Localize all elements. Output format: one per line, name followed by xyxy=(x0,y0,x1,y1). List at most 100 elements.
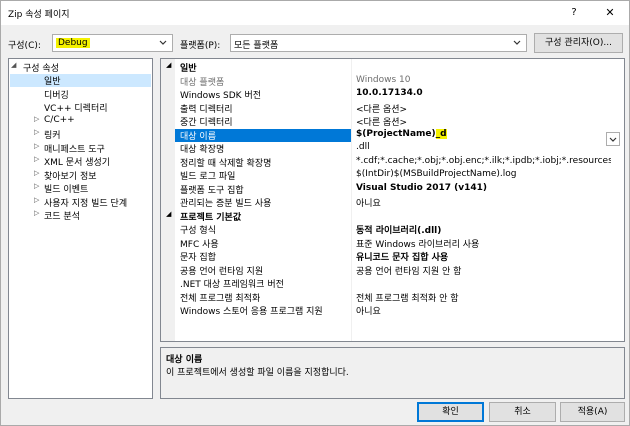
category-row[interactable]: ◢ 프로젝트 기본값 xyxy=(161,210,624,223)
tree-item-label: XML 문서 생성기 xyxy=(44,158,111,168)
property-row[interactable]: 대상 이름 $(ProjectName)_d xyxy=(161,128,624,142)
tree-item-label: 코드 분석 xyxy=(44,212,80,222)
tree-item[interactable]: ▷ 링커 xyxy=(10,128,151,141)
property-row[interactable]: 관리되는 증분 빌드 사용 아니요 xyxy=(161,196,624,209)
property-row[interactable]: 전체 프로그램 최적화 전체 프로그램 최적화 안 함 xyxy=(161,291,624,304)
property-name: 대상 플랫폼 xyxy=(180,77,225,88)
property-name: 플랫폼 도구 집합 xyxy=(180,185,244,196)
property-value[interactable]: $(ProjectName)_d xyxy=(353,128,611,142)
collapse-triangle-icon[interactable]: ◢ xyxy=(166,61,171,69)
collapse-triangle-icon[interactable]: ◢ xyxy=(166,210,171,218)
help-button[interactable]: ? xyxy=(557,1,591,25)
property-row[interactable]: 대상 플랫폼 Windows 10 xyxy=(161,75,624,88)
config-value: Debug xyxy=(56,38,90,48)
platform-combo[interactable]: 모든 플랫폼 xyxy=(230,34,527,52)
property-name: 구성 형식 xyxy=(180,226,216,236)
property-name: 문자 집합 xyxy=(180,253,216,263)
property-row[interactable]: 정리할 때 삭제할 확장명 *.cdf;*.cache;*.obj;*.obj.e… xyxy=(161,156,624,169)
property-row[interactable]: 출력 디렉터리 <다른 옵션> xyxy=(161,102,624,115)
tree-item-label: 사용자 지정 빌드 단계 xyxy=(44,198,128,209)
tree-item-label: 일반 xyxy=(44,77,61,87)
tree-item[interactable]: ▷ C/C++ xyxy=(10,115,151,128)
property-row[interactable]: .NET 대상 프레임워크 버전 xyxy=(161,277,624,290)
property-row[interactable]: 플랫폼 도구 집합 Visual Studio 2017 (v141) xyxy=(161,183,624,196)
property-value[interactable]: $(IntDir)$(MSBuildProjectName).log xyxy=(353,169,611,182)
description-text: 이 프로젝트에서 생성할 파일 이름을 지정합니다. xyxy=(166,368,349,378)
cancel-button[interactable]: 취소 xyxy=(489,402,556,422)
property-value[interactable]: 유니코드 문자 집합 사용 xyxy=(353,250,611,263)
platform-label: 플랫폼(P): xyxy=(180,41,221,51)
expand-triangle-icon[interactable]: ▷ xyxy=(34,196,44,204)
property-value[interactable] xyxy=(353,277,611,290)
property-name: 빌드 로그 파일 xyxy=(180,172,236,182)
expand-triangle-icon[interactable]: ▷ xyxy=(34,155,44,163)
chevron-down-icon xyxy=(512,37,522,49)
chevron-down-icon xyxy=(609,137,617,142)
tree-item-label: C/C++ xyxy=(44,114,75,125)
expand-triangle-icon[interactable]: ▷ xyxy=(34,115,44,123)
category-row[interactable]: ◢ 일반 xyxy=(161,61,624,74)
property-value[interactable]: 아니요 xyxy=(353,196,611,209)
property-row[interactable]: MFC 사용 표준 Windows 라이브러리 사용 xyxy=(161,237,624,250)
tree-root[interactable]: ◢ 구성 속성 xyxy=(11,61,151,74)
property-value[interactable]: 아니요 xyxy=(353,304,611,317)
property-row[interactable]: 문자 집합 유니코드 문자 집합 사용 xyxy=(161,250,624,263)
property-grid: ◢ 일반대상 플랫폼 Windows 10 Windows SDK 버전 10.0.17… xyxy=(160,58,625,342)
category-title: 일반 xyxy=(180,64,197,74)
tree-item[interactable]: ▷ 찾아보기 정보 xyxy=(10,169,151,182)
apply-button[interactable]: 적용(A) xyxy=(560,402,625,422)
property-row[interactable]: 빌드 로그 파일 $(IntDir)$(MSBuildProjectName).l… xyxy=(161,169,624,182)
tree-item[interactable]: ▷ 매니페스트 도구 xyxy=(10,142,151,155)
property-value[interactable]: <다른 옵션> xyxy=(353,115,611,128)
tree-item[interactable]: ▷ XML 문서 생성기 xyxy=(10,155,151,168)
expand-triangle-icon[interactable]: ▷ xyxy=(34,209,44,217)
property-name: 대상 확장명 xyxy=(180,145,225,155)
property-value[interactable]: .dll xyxy=(353,142,611,155)
property-value[interactable]: 표준 Windows 라이브러리 사용 xyxy=(353,237,611,250)
expand-triangle-icon[interactable]: ▷ xyxy=(34,182,44,190)
tree-item[interactable]: 디버깅 xyxy=(10,88,151,101)
property-value[interactable]: Windows 10 xyxy=(353,75,611,88)
expand-triangle-icon[interactable]: ▷ xyxy=(34,169,44,177)
property-value[interactable]: 전체 프로그램 최적화 안 함 xyxy=(353,291,611,304)
property-name: 공용 언어 런타임 지원 xyxy=(180,266,264,277)
tree-item[interactable]: 일반 xyxy=(10,74,151,87)
value-highlight: _d xyxy=(435,128,447,139)
property-row[interactable]: 대상 확장명 .dll xyxy=(161,142,624,155)
value-dropdown-button[interactable] xyxy=(606,132,620,146)
tree-item[interactable]: ▷ 코드 분석 xyxy=(10,209,151,222)
tree-item-label: 디버깅 xyxy=(44,90,69,101)
property-row[interactable]: 구성 형식 동적 라이브러리(.dll) xyxy=(161,223,624,236)
close-button[interactable]: ✕ xyxy=(593,1,627,25)
tree-item[interactable]: VC++ 디렉터리 xyxy=(10,101,151,114)
tree-item[interactable]: ▷ 사용자 지정 빌드 단계 xyxy=(10,196,151,209)
tree-item-label: 찾아보기 정보 xyxy=(44,171,97,182)
property-row[interactable]: Windows 스토어 응용 프로그램 지원 아니요 xyxy=(161,304,624,317)
property-name: 대상 이름 xyxy=(175,128,351,142)
property-name: 관리되는 증분 빌드 사용 xyxy=(180,199,272,209)
property-value[interactable]: <다른 옵션> xyxy=(353,102,611,115)
property-value[interactable]: 공용 언어 런타임 지원 안 함 xyxy=(353,264,611,277)
property-name: 정리할 때 삭제할 확장명 xyxy=(180,158,272,169)
property-name: 중간 디렉터리 xyxy=(180,118,233,128)
config-combo[interactable]: Debug xyxy=(52,34,173,52)
chevron-down-icon xyxy=(158,37,168,49)
expand-triangle-icon[interactable]: ▷ xyxy=(34,142,44,150)
property-value[interactable]: 10.0.17134.0 xyxy=(353,88,611,101)
tree-item[interactable]: ▷ 빌드 이벤트 xyxy=(10,182,151,195)
config-manager-button[interactable]: 구성 관리자(O)... xyxy=(534,33,623,53)
description-panel: 대상 이름 이 프로젝트에서 생성할 파일 이름을 지정합니다. xyxy=(160,347,625,399)
config-label: 구성(C): xyxy=(8,41,41,51)
property-name: .NET 대상 프레임워크 버전 xyxy=(180,280,284,290)
property-value[interactable]: 동적 라이브러리(.dll) xyxy=(353,223,611,236)
ok-button[interactable]: 확인 xyxy=(417,402,484,422)
property-value[interactable]: Visual Studio 2017 (v141) xyxy=(353,183,611,196)
property-row[interactable]: 중간 디렉터리 <다른 옵션> xyxy=(161,115,624,128)
property-name: Windows 스토어 응용 프로그램 지원 xyxy=(180,307,323,317)
property-row[interactable]: 공용 언어 런타임 지원 공용 언어 런타임 지원 안 함 xyxy=(161,264,624,277)
property-value[interactable]: *.cdf;*.cache;*.obj;*.obj.enc;*.ilk;*.ip… xyxy=(353,156,611,169)
property-name: MFC 사용 xyxy=(180,239,219,250)
property-tree: ◢ 구성 속성 일반 디버깅 VC++ 디렉터리 ▷ C/C++ ▷ 링커 ▷ 매니페스트 도구… xyxy=(8,58,153,399)
expand-triangle-icon[interactable]: ▷ xyxy=(34,128,44,136)
property-row[interactable]: Windows SDK 버전 10.0.17134.0 xyxy=(161,88,624,101)
